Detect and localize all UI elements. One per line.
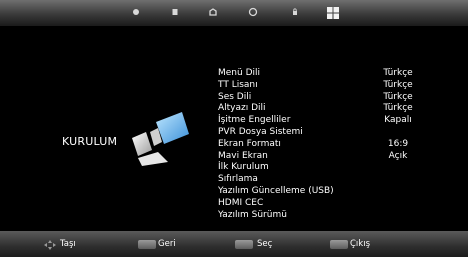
select-label: Seç <box>257 239 273 249</box>
bottom-hint-bar: Taşı Geri Seç Çıkış <box>0 231 468 257</box>
settings-row[interactable]: TT Lisanı Türkçe <box>218 80 433 92</box>
settings-list: Menü Dili Türkçe TT Lisanı Türkçe Ses Dili Tü… <box>218 68 433 221</box>
settings-row[interactable]: Sıfırlama <box>218 174 433 186</box>
enter-key-icon <box>235 240 253 249</box>
exit-hint: Çıkış <box>330 240 380 250</box>
settings-row-label: İşitme Engelliler <box>218 115 291 126</box>
settings-row[interactable]: İşitme Engelliler Kapalı <box>218 115 433 127</box>
settings-row[interactable]: HDMI CEC <box>218 198 433 210</box>
settings-row-label: Sıfırlama <box>218 174 258 185</box>
setup-menu-panel: KURULUM Menü Dili Türkçe TT Lisanı Türkçe Se… <box>0 26 468 231</box>
settings-row[interactable]: Ses Dili Türkçe <box>218 92 433 104</box>
settings-row[interactable]: Yazılım Sürümü <box>218 210 433 222</box>
menu-key-icon <box>138 240 156 249</box>
settings-row-value: Türkçe <box>383 91 413 102</box>
settings-row-label: Ses Dili <box>218 91 252 102</box>
picture-icon[interactable] <box>131 7 141 17</box>
settings-row[interactable]: Menü Dili Türkçe <box>218 68 433 80</box>
home-icon[interactable] <box>208 7 218 17</box>
select-hint: Seç <box>235 240 285 250</box>
settings-row-label: Menü Dili <box>218 68 261 78</box>
settings-row-label: Yazılım Güncelleme (USB) <box>218 185 334 196</box>
top-menu-bar <box>0 0 468 26</box>
settings-row-label: İlk Kurulum <box>218 162 269 173</box>
settings-row-label: PVR Dosya Sistemi <box>218 126 303 137</box>
section-title: KURULUM <box>62 135 118 148</box>
settings-row-value: Açık <box>388 150 408 161</box>
settings-row[interactable]: Mavi Ekran Açık <box>218 151 433 163</box>
exit-key-icon <box>330 240 348 249</box>
move-label: Taşı <box>60 239 76 249</box>
back-label: Geri <box>158 239 176 249</box>
settings-row-label: Ekran Formatı <box>218 138 281 149</box>
settings-row-label: HDMI CEC <box>218 197 264 208</box>
setup-icon[interactable] <box>326 5 340 19</box>
settings-row-label: Yazılım Sürümü <box>218 209 287 220</box>
settings-row[interactable]: Yazılım Güncelleme (USB) <box>218 186 433 198</box>
lock-icon[interactable] <box>290 7 300 17</box>
exit-label: Çıkış <box>350 239 371 249</box>
settings-row-value: Türkçe <box>383 79 413 90</box>
settings-row[interactable]: Ekran Formatı 16:9 <box>218 139 433 151</box>
sound-icon[interactable] <box>170 7 180 17</box>
move-hint: Taşı <box>44 240 94 250</box>
settings-row-value: Türkçe <box>383 103 413 114</box>
settings-row[interactable]: İlk Kurulum <box>218 162 433 174</box>
settings-row-value: Türkçe <box>383 68 413 78</box>
settings-row-value: 16:9 <box>387 138 409 149</box>
settings-row[interactable]: Altyazı Dili Türkçe <box>218 103 433 115</box>
back-hint: Geri <box>138 240 188 250</box>
navigation-arrows-icon <box>44 240 56 250</box>
settings-row-label: Altyazı Dili <box>218 103 266 114</box>
settings-row-label: Mavi Ekran <box>218 150 268 161</box>
settings-row[interactable]: PVR Dosya Sistemi <box>218 127 433 139</box>
clock-icon[interactable] <box>248 7 258 17</box>
settings-row-value: Kapalı <box>384 115 412 126</box>
setup-section-icon <box>128 108 190 166</box>
settings-row-label: TT Lisanı <box>218 79 258 90</box>
